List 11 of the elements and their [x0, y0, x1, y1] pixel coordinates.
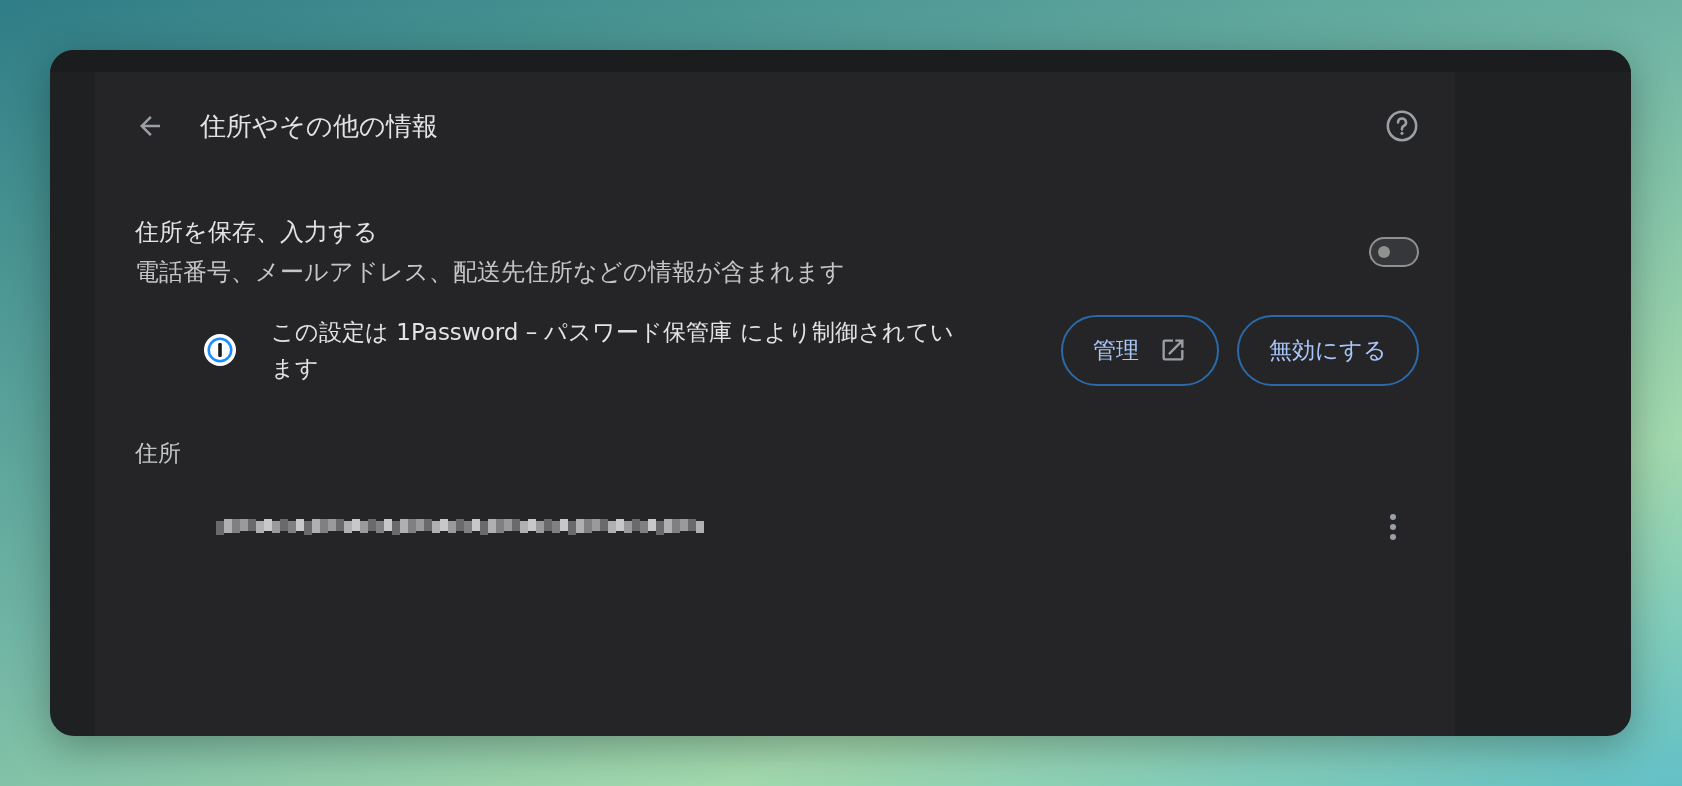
setting-title: 住所を保存、入力する: [135, 217, 379, 248]
more-options-icon[interactable]: [1389, 513, 1397, 541]
disable-button[interactable]: 無効にする: [1237, 314, 1419, 386]
password-manager-icon: [203, 333, 237, 367]
toggle-switch[interactable]: [1369, 237, 1419, 267]
managed-notice-text: この設定は 1Password – パスワード保管庫 により制御されています: [271, 318, 955, 383]
setting-description: 電話番号、メールアドレス、配送先住所などの情報が含まれます: [135, 257, 846, 288]
section-heading: 住所: [135, 439, 182, 468]
page-title: 住所やその他の情報: [200, 109, 439, 143]
help-icon[interactable]: [1385, 109, 1419, 143]
manage-button[interactable]: 管理: [1061, 314, 1219, 386]
